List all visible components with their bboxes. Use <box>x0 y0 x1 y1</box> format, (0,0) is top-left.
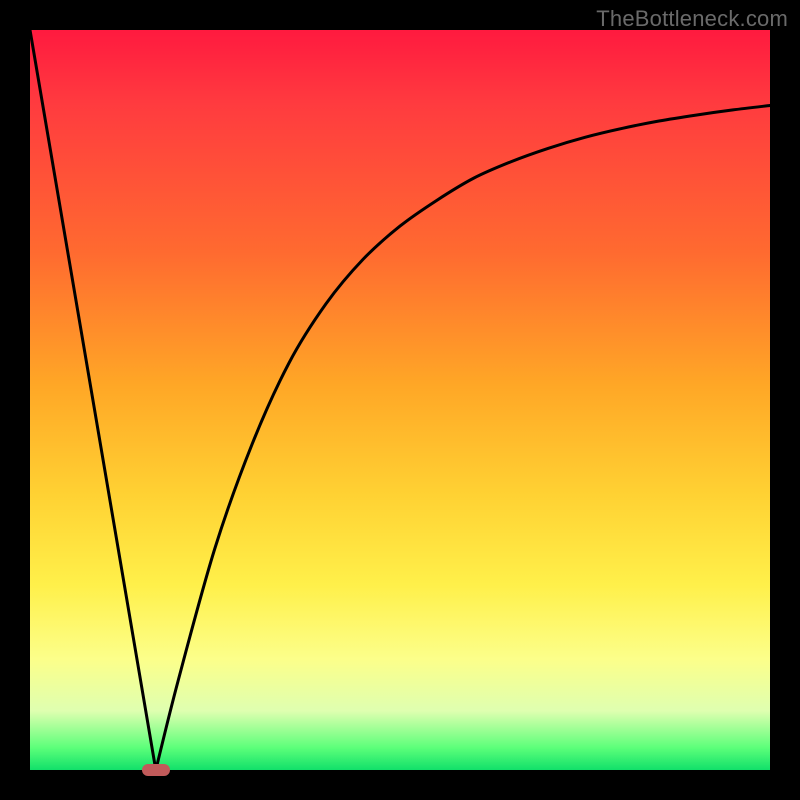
curve-path <box>30 30 770 800</box>
min-marker <box>142 764 170 776</box>
bottleneck-curve <box>30 30 770 770</box>
plot-area <box>30 30 770 770</box>
watermark-text: TheBottleneck.com <box>596 6 788 32</box>
chart-frame: TheBottleneck.com <box>0 0 800 800</box>
